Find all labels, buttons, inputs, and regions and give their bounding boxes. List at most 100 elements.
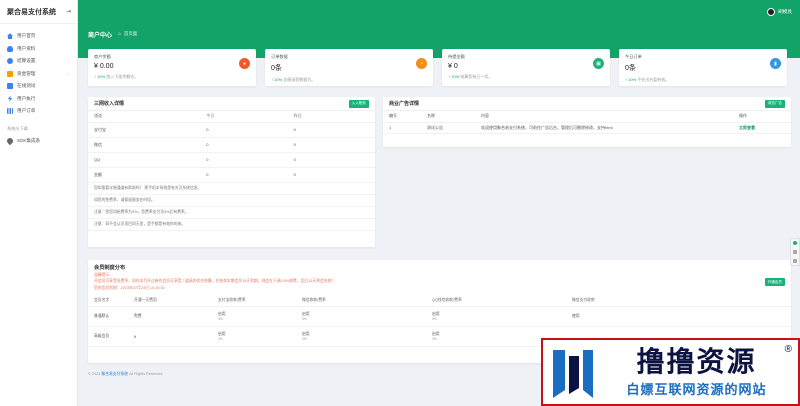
wechat-status: 启用 [302, 332, 310, 336]
today-value: 0 [200, 152, 288, 168]
open-member-button[interactable]: 开通会员 [764, 278, 785, 286]
stat-pct: 10% [97, 74, 106, 79]
sidebar-item-label: 资金管理 [17, 70, 36, 76]
column-header: 通道 [88, 111, 201, 123]
sidebar-item-home[interactable]: 用户首页 [0, 30, 77, 43]
stat-foot: ↑ 10% 总服采款数据为。 [271, 77, 316, 82]
column-header: 昨日 [287, 111, 375, 123]
registered-mark: ® [784, 344, 792, 355]
sidebar-item-profile[interactable]: 用户资料 [0, 43, 77, 56]
ads-button[interactable]: 浏览广告 [764, 99, 785, 108]
pin-icon [5, 136, 15, 145]
user-icon [7, 45, 13, 52]
username: 刷模具 [778, 9, 792, 14]
alipay-status: 启用 [218, 312, 226, 316]
qq-status: 启用 [432, 332, 440, 336]
column-header: 微信支付收款 [566, 294, 791, 307]
today-value: 0 [200, 122, 288, 138]
stat-foot-text: 结算您有已一切。 [460, 74, 493, 79]
column-header: 会员名字 [88, 294, 128, 307]
breadcrumb-current: 首页面 [124, 31, 138, 36]
stat-card-today: 今日订单 0条 ↑ 10% 不在出台盈有效。 ▮ [619, 49, 787, 86]
stat-foot: ↑ 10% 不在出台盈有效。 [625, 77, 670, 82]
member-info: 会员制度分布 温馨提示： 开会员可享受低费率，如在本月开过新的会员可享受二道高的… [88, 260, 791, 295]
wallet-icon [7, 70, 13, 77]
sidebar-item-test[interactable]: 在线测试 [0, 80, 77, 93]
clock-icon: ◔ [416, 58, 427, 69]
qrcode-icon[interactable] [793, 249, 797, 254]
use-member-link[interactable]: 使用 [566, 306, 791, 327]
member-tip-text: 开会员可享受低费率，如在本月开过新的会员可享受二道高的优先结算，在结束本期会员1… [94, 279, 336, 283]
ad-id: 1 [383, 122, 421, 134]
floating-toolbar[interactable] [790, 238, 800, 266]
yesterday-value: 0 [287, 167, 375, 183]
sidebar-item-orders[interactable]: 用户订单 [0, 105, 77, 118]
footer-link[interactable]: 聚合易支付系统 [101, 372, 128, 376]
wechat-rate: 2% [302, 337, 307, 341]
top-header: 刷模具 [78, 0, 800, 24]
table-row: 1 测试公告 欢迎使用聚合易支付系统，可前往广告后台，管理后可删除修改，支持ht… [383, 122, 791, 134]
stat-value: 0条 [271, 65, 282, 72]
wechat-rate: 3% [302, 317, 307, 321]
page-title: 商户中心 [88, 32, 113, 39]
stat-foot-text: 加入下面余额式。 [106, 74, 139, 79]
income-note: 如您的免费率，请保留服务在时段。 [88, 195, 375, 207]
wechat-cell: 启用 2% [296, 326, 426, 347]
stat-label: 待提金额 [448, 54, 465, 59]
home-icon [7, 33, 13, 40]
column-header: 微信收款/费率 [296, 294, 426, 307]
income-table: 通道 今日 昨日 支付宝 0 0 微信 0 0 QQ 0 0 金额 0 0 [88, 111, 375, 183]
app-title: 聚合易支付系统 [7, 8, 56, 16]
yesterday-value: 0 [287, 122, 375, 138]
top-icon[interactable] [793, 258, 797, 263]
sidebar-item-settlement[interactable]: 结算设置 [0, 55, 77, 68]
menu-toggle-icon[interactable]: ⇥ [66, 8, 71, 15]
bar-icon: ▮ [770, 58, 781, 69]
table-row: 普通默认 免费 启用 3% 启用 3% 启用 3% 使用 [88, 306, 791, 327]
footer-rights: All Rights Reserved. [129, 372, 164, 376]
stat-label: 今日订单 [625, 54, 642, 59]
stat-label: 订单数据 [271, 54, 288, 59]
stat-card-orders: 订单数据 0条 ↑ 10% 总服采款数据为。 ◔ [265, 49, 433, 86]
user-menu[interactable]: 刷模具 [767, 8, 792, 16]
member-price: 免费 [128, 306, 212, 327]
sidebar-item-label: 结算设置 [17, 58, 36, 64]
column-header: 今日 [200, 111, 288, 123]
income-note: 您知需要详细通道有帮助吗？ 那手机本系统是有关注系统信息。 [88, 183, 375, 195]
ads-table: 编号 名称 内容 操作 1 测试公告 欢迎使用聚合易支付系统，可前往广告后台，管… [383, 111, 791, 134]
table-row: 金额 0 0 [88, 167, 375, 183]
alipay-cell: 启用 3% [212, 306, 296, 327]
view-ad-link[interactable]: 立即查看 [733, 122, 791, 134]
avatar [767, 8, 776, 16]
channel-name: 金额 [88, 167, 201, 183]
income-panel: 三网收入详情 入入账前 通道 今日 昨日 支付宝 0 0 微信 0 0 QQ 0 0 金额 0… [88, 97, 375, 247]
watermark-banner: 撸撸资源 白嫖互联网资源的网站 ® [541, 338, 800, 406]
panel-title: 三网收入详情 [94, 101, 125, 107]
income-button[interactable]: 入入账前 [348, 99, 369, 108]
bolt-icon [7, 95, 13, 102]
sidebar-item-label: 用户首页 [17, 33, 36, 39]
channel-name: 微信 [88, 137, 201, 153]
table-row: QQ 0 0 [88, 152, 375, 168]
home-icon[interactable]: ⌂ [118, 31, 121, 37]
chat-icon[interactable] [793, 241, 797, 246]
stat-pct: 10% [451, 74, 460, 79]
table-row: 微信 0 0 [88, 137, 375, 153]
member-expiry: 您的会员到期：2023年07月23日 15:26:30 [94, 285, 165, 290]
ad-content: 欢迎使用聚合易支付系统，可前往广告后台，管理后可删除修改，支持html [475, 122, 733, 134]
stat-label: 商户余额 [94, 54, 111, 59]
alipay-status: 启用 [218, 332, 226, 336]
sidebar-item-label: 在线测试 [17, 83, 36, 89]
sidebar-item-funds[interactable]: 资金管理 › [0, 68, 77, 81]
sidebar-item-exec[interactable]: 用户执行 [0, 93, 77, 106]
stat-pct: 10% [274, 77, 283, 82]
sidebar: 聚合易支付系统 ⇥ 用户首页 用户资料 结算设置 资金管理 › 在线测试 用户执行… [0, 0, 78, 406]
income-note: 注意：如不会认识项目同天里，是手都是有效你的来。 [88, 219, 375, 231]
income-note: 注意：您您如始费率为3%，您费率支付功3%后有费率。 [88, 207, 375, 219]
stat-value: ¥ 0.00 [94, 63, 114, 70]
watermark-text: 撸撸资源 白嫖互联网资源的网站 [595, 346, 798, 398]
sidebar-item-sdk[interactable]: SDK集成系 [0, 135, 77, 148]
channel-name: QQ [88, 152, 201, 168]
stat-foot: ↑ 10% 加入下面余额式。 [94, 74, 139, 79]
column-header: 名称 [421, 111, 475, 123]
